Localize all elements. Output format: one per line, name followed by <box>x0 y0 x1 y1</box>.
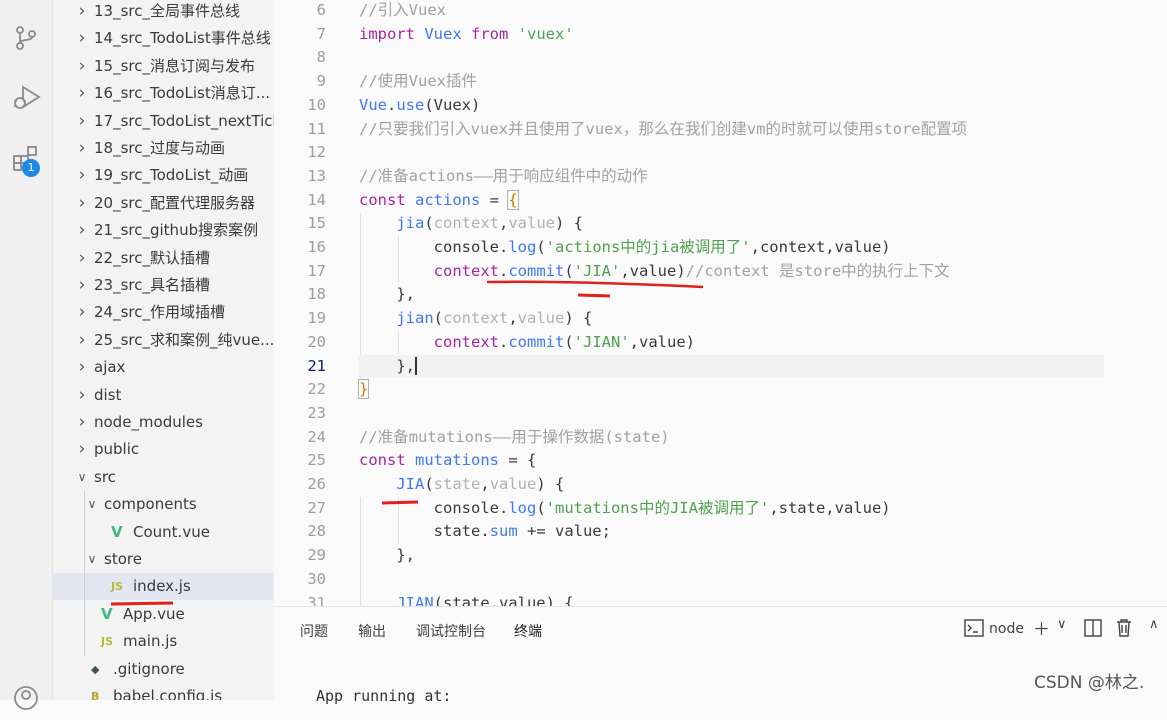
red-annotations <box>110 280 704 606</box>
split-terminal-icon[interactable] <box>1084 619 1102 642</box>
bottom-panel: 问题 输出 调试控制台 终端 node ＋ ∨ ∧ CSDN @林之. App … <box>274 606 1167 705</box>
terminal-name[interactable]: node <box>989 621 1024 637</box>
terminal-icon <box>964 619 984 642</box>
annotation-underline-index-js <box>110 601 174 606</box>
trash-icon[interactable] <box>1116 619 1132 642</box>
chevron-down-icon[interactable]: ∨ <box>1057 617 1067 632</box>
terminal-output: App running at: <box>316 687 452 705</box>
tab-terminal[interactable]: 终端 <box>514 621 542 641</box>
add-terminal-icon[interactable]: ＋ <box>1033 615 1050 640</box>
annotation-underline-jia-mutation <box>381 500 419 505</box>
chevron-up-icon[interactable]: ∧ <box>1149 617 1159 632</box>
tab-debug-console[interactable]: 调试控制台 <box>416 621 486 641</box>
tab-problems[interactable]: 问题 <box>300 621 328 641</box>
annotation-underline-commit <box>486 280 704 289</box>
watermark: CSDN @林之. <box>1034 673 1145 693</box>
annotation-underline-jia-string <box>577 293 611 298</box>
tab-output[interactable]: 输出 <box>358 621 386 641</box>
